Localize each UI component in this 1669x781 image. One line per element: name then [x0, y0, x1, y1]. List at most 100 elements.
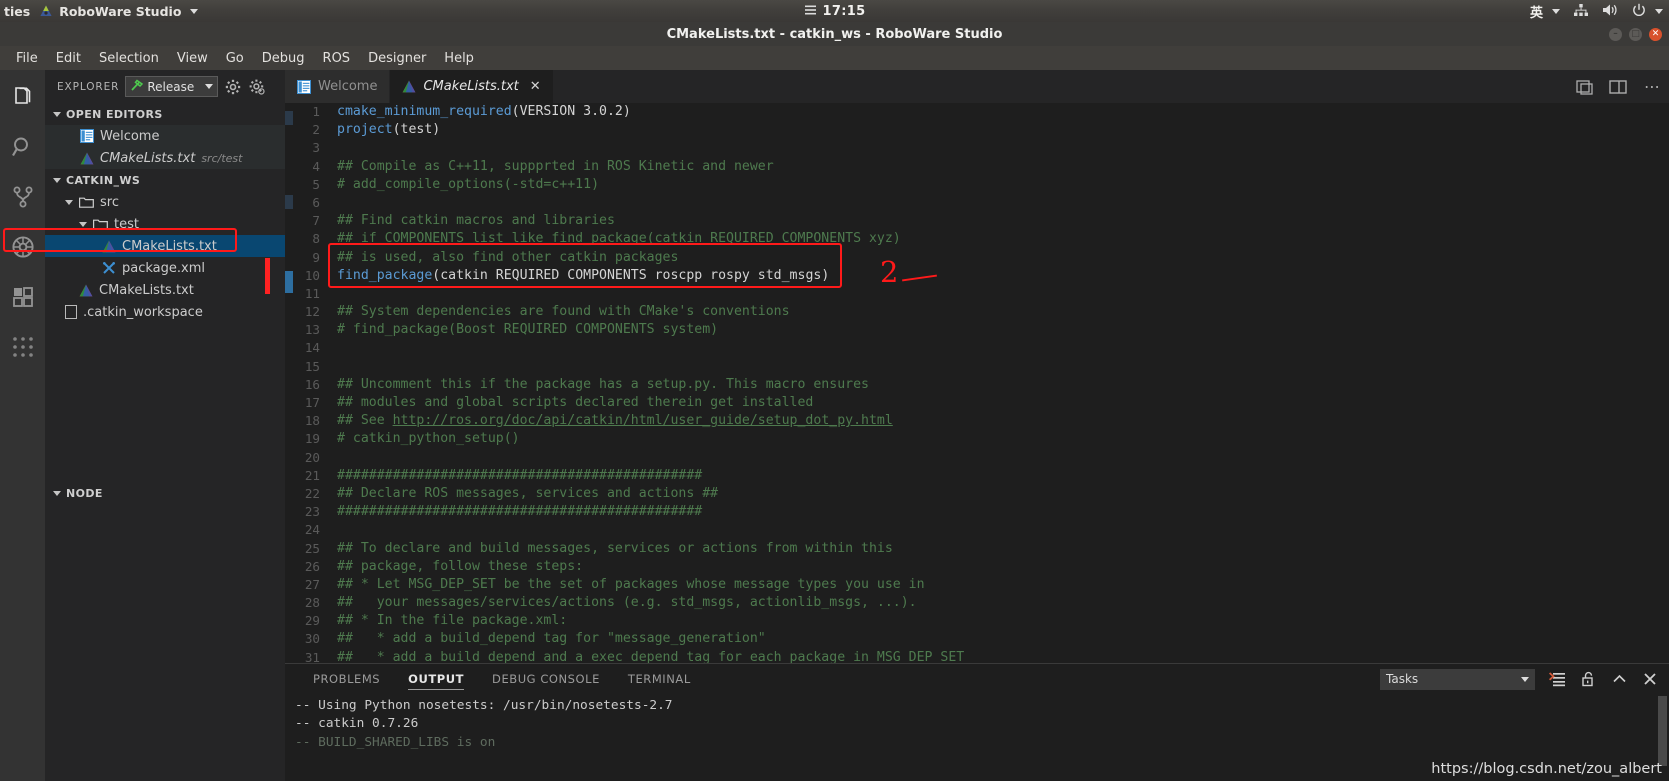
clear-output-icon[interactable]: [1548, 670, 1566, 688]
tree-item-src[interactable]: src: [45, 191, 285, 213]
code-line: 3: [285, 139, 1669, 157]
tree-item-package-xml[interactable]: package.xml: [45, 257, 285, 279]
source-control-icon[interactable]: [8, 182, 38, 212]
chevron-down-icon: [205, 84, 214, 89]
tree-item-label: src: [100, 194, 119, 210]
tree-item-cmakelists-root[interactable]: CMakeLists.txt: [45, 279, 285, 301]
section-node[interactable]: NODE: [45, 482, 285, 504]
settings-gear-alt-icon[interactable]: [248, 78, 266, 96]
code-editor[interactable]: 1 cmake_minimum_required(VERSION 3.0.2) 2 p…: [285, 103, 1669, 663]
open-editor-detail: src/test: [201, 151, 243, 165]
close-icon[interactable]: ✕: [530, 79, 541, 94]
page-title: CMakeLists.txt - catkin_ws - RoboWare St…: [666, 26, 1003, 42]
code-line: 26 ## package, follow these steps:: [285, 558, 1669, 576]
section-open-editors-label: OPEN EDITORS: [66, 107, 163, 121]
output-channel-value: Tasks: [1386, 672, 1419, 686]
truncated-menu-label[interactable]: ties: [4, 4, 30, 19]
chevron-down-icon: [1521, 676, 1529, 682]
tab-cmakelists[interactable]: CMakeLists.txt ✕: [390, 70, 554, 103]
app-indicator[interactable]: RoboWare Studio: [39, 4, 199, 19]
panel-scrollbar[interactable]: [1658, 696, 1667, 766]
code-line: 13 # find_package(Boost REQUIRED COMPONEN…: [285, 321, 1669, 339]
cmake-icon: [102, 240, 116, 253]
code-line: 18 ## See http://ros.org/doc/api/catkin/h…: [285, 412, 1669, 430]
tab-welcome[interactable]: Welcome: [285, 70, 391, 103]
explorer-sidebar: EXPLORER Release OPEN EDITORS Welcome CM…: [45, 70, 285, 781]
close-button[interactable]: ✕: [1649, 27, 1662, 41]
tree-item-cmakelists-selected[interactable]: CMakeLists.txt: [45, 235, 285, 257]
menu-item-file[interactable]: File: [7, 49, 47, 68]
minimize-button[interactable]: –: [1609, 27, 1622, 41]
tab-label: Welcome: [318, 79, 378, 94]
network-icon[interactable]: [1573, 3, 1589, 20]
tree-item-test[interactable]: test: [45, 213, 285, 235]
code-line: 10 find_package(catkin REQUIRED COMPONENT…: [285, 267, 1669, 285]
menu-item-ros[interactable]: ROS: [314, 49, 360, 68]
open-editor-cmakelists[interactable]: CMakeLists.txt src/test: [45, 147, 285, 169]
panel-tab-problems[interactable]: PROBLEMS: [299, 664, 394, 694]
menu-item-selection[interactable]: Selection: [90, 49, 168, 68]
code-line: 24: [285, 521, 1669, 539]
settings-gear-icon[interactable]: [224, 78, 242, 96]
section-catkin-ws[interactable]: CATKIN_WS: [45, 169, 285, 191]
code-line: 14: [285, 339, 1669, 357]
code-token: ## * Let MSG_DEP_SET be the set of packa…: [337, 576, 925, 592]
panel-tab-terminal[interactable]: TERMINAL: [614, 664, 705, 694]
volume-icon[interactable]: [1602, 3, 1619, 20]
menu-item-edit[interactable]: Edit: [47, 49, 90, 68]
code-token: ## See: [337, 413, 393, 429]
panel-tab-output[interactable]: OUTPUT: [394, 664, 478, 694]
line-text: ## Compile as C++11, suppprted in ROS Ki…: [337, 158, 774, 176]
code-token: ## Compile as C++11, suppprted in ROS Ki…: [337, 158, 774, 174]
line-text: ########################################…: [337, 467, 702, 485]
more-actions-icon[interactable]: ⋯: [1643, 77, 1661, 96]
menu-item-designer[interactable]: Designer: [359, 49, 435, 68]
build-config-select[interactable]: Release: [125, 76, 219, 97]
input-method-indicator[interactable]: 英: [1530, 2, 1560, 21]
tree-item-label: CMakeLists.txt: [122, 238, 217, 254]
menu-item-view[interactable]: View: [168, 49, 217, 68]
clock[interactable]: 17:15: [823, 4, 866, 19]
debug-icon[interactable]: [8, 232, 38, 262]
maximize-button[interactable]: □: [1629, 27, 1642, 41]
line-text: ## modules and global scripts declared t…: [337, 394, 813, 412]
code-token: find_package: [337, 267, 433, 283]
line-text: ## Uncomment this if the package has a s…: [337, 376, 869, 394]
explorer-icon[interactable]: [8, 82, 38, 112]
section-open-editors[interactable]: OPEN EDITORS: [45, 103, 285, 125]
code-token: cmake_minimum_required: [337, 104, 512, 119]
code-token[interactable]: http://ros.org/doc/api/catkin/html/user_…: [393, 413, 893, 428]
code-token: # catkin_python_setup(): [337, 431, 520, 447]
extensions-icon[interactable]: [8, 282, 38, 312]
code-line: 27 ## * Let MSG_DEP_SET be the set of pac…: [285, 576, 1669, 594]
chevron-down-icon: [53, 111, 61, 117]
code-token: ## System dependencies are found with CM…: [337, 304, 790, 320]
panel-tab-debug-console[interactable]: DEBUG CONSOLE: [478, 664, 614, 694]
maximize-panel-icon[interactable]: [1610, 670, 1628, 688]
tree-item-catkin-workspace[interactable]: .catkin_workspace: [45, 301, 285, 323]
grid-apps-icon[interactable]: [8, 332, 38, 362]
menu-item-help[interactable]: Help: [435, 49, 483, 68]
window-title-bar: CMakeLists.txt - catkin_ws - RoboWare St…: [0, 22, 1669, 46]
split-editor-icon[interactable]: [1575, 78, 1593, 96]
code-line: 12 ## System dependencies are found with …: [285, 303, 1669, 321]
lock-icon[interactable]: [1579, 670, 1597, 688]
menu-item-debug[interactable]: Debug: [253, 49, 314, 68]
roboware-logo-icon: [39, 4, 53, 18]
chevron-down-icon: [65, 199, 73, 205]
code-line: 4 ## Compile as C++11, suppprted in ROS K…: [285, 158, 1669, 176]
code-token: ########################################…: [337, 504, 703, 520]
explorer-title: EXPLORER: [57, 80, 120, 93]
output-channel-select[interactable]: Tasks: [1380, 668, 1535, 690]
chevron-down-icon: [190, 8, 199, 14]
open-editor-welcome[interactable]: Welcome: [45, 125, 285, 147]
code-line: 23 ######################################…: [285, 503, 1669, 521]
power-menu[interactable]: [1632, 3, 1663, 20]
toggle-layout-icon[interactable]: [1609, 78, 1627, 96]
close-panel-icon[interactable]: [1641, 670, 1659, 688]
welcome-page-icon: [297, 79, 311, 94]
cmake-icon: [80, 152, 94, 165]
menu-item-go[interactable]: Go: [217, 49, 253, 68]
search-icon[interactable]: [8, 132, 38, 162]
line-text: # catkin_python_setup(): [337, 430, 520, 448]
